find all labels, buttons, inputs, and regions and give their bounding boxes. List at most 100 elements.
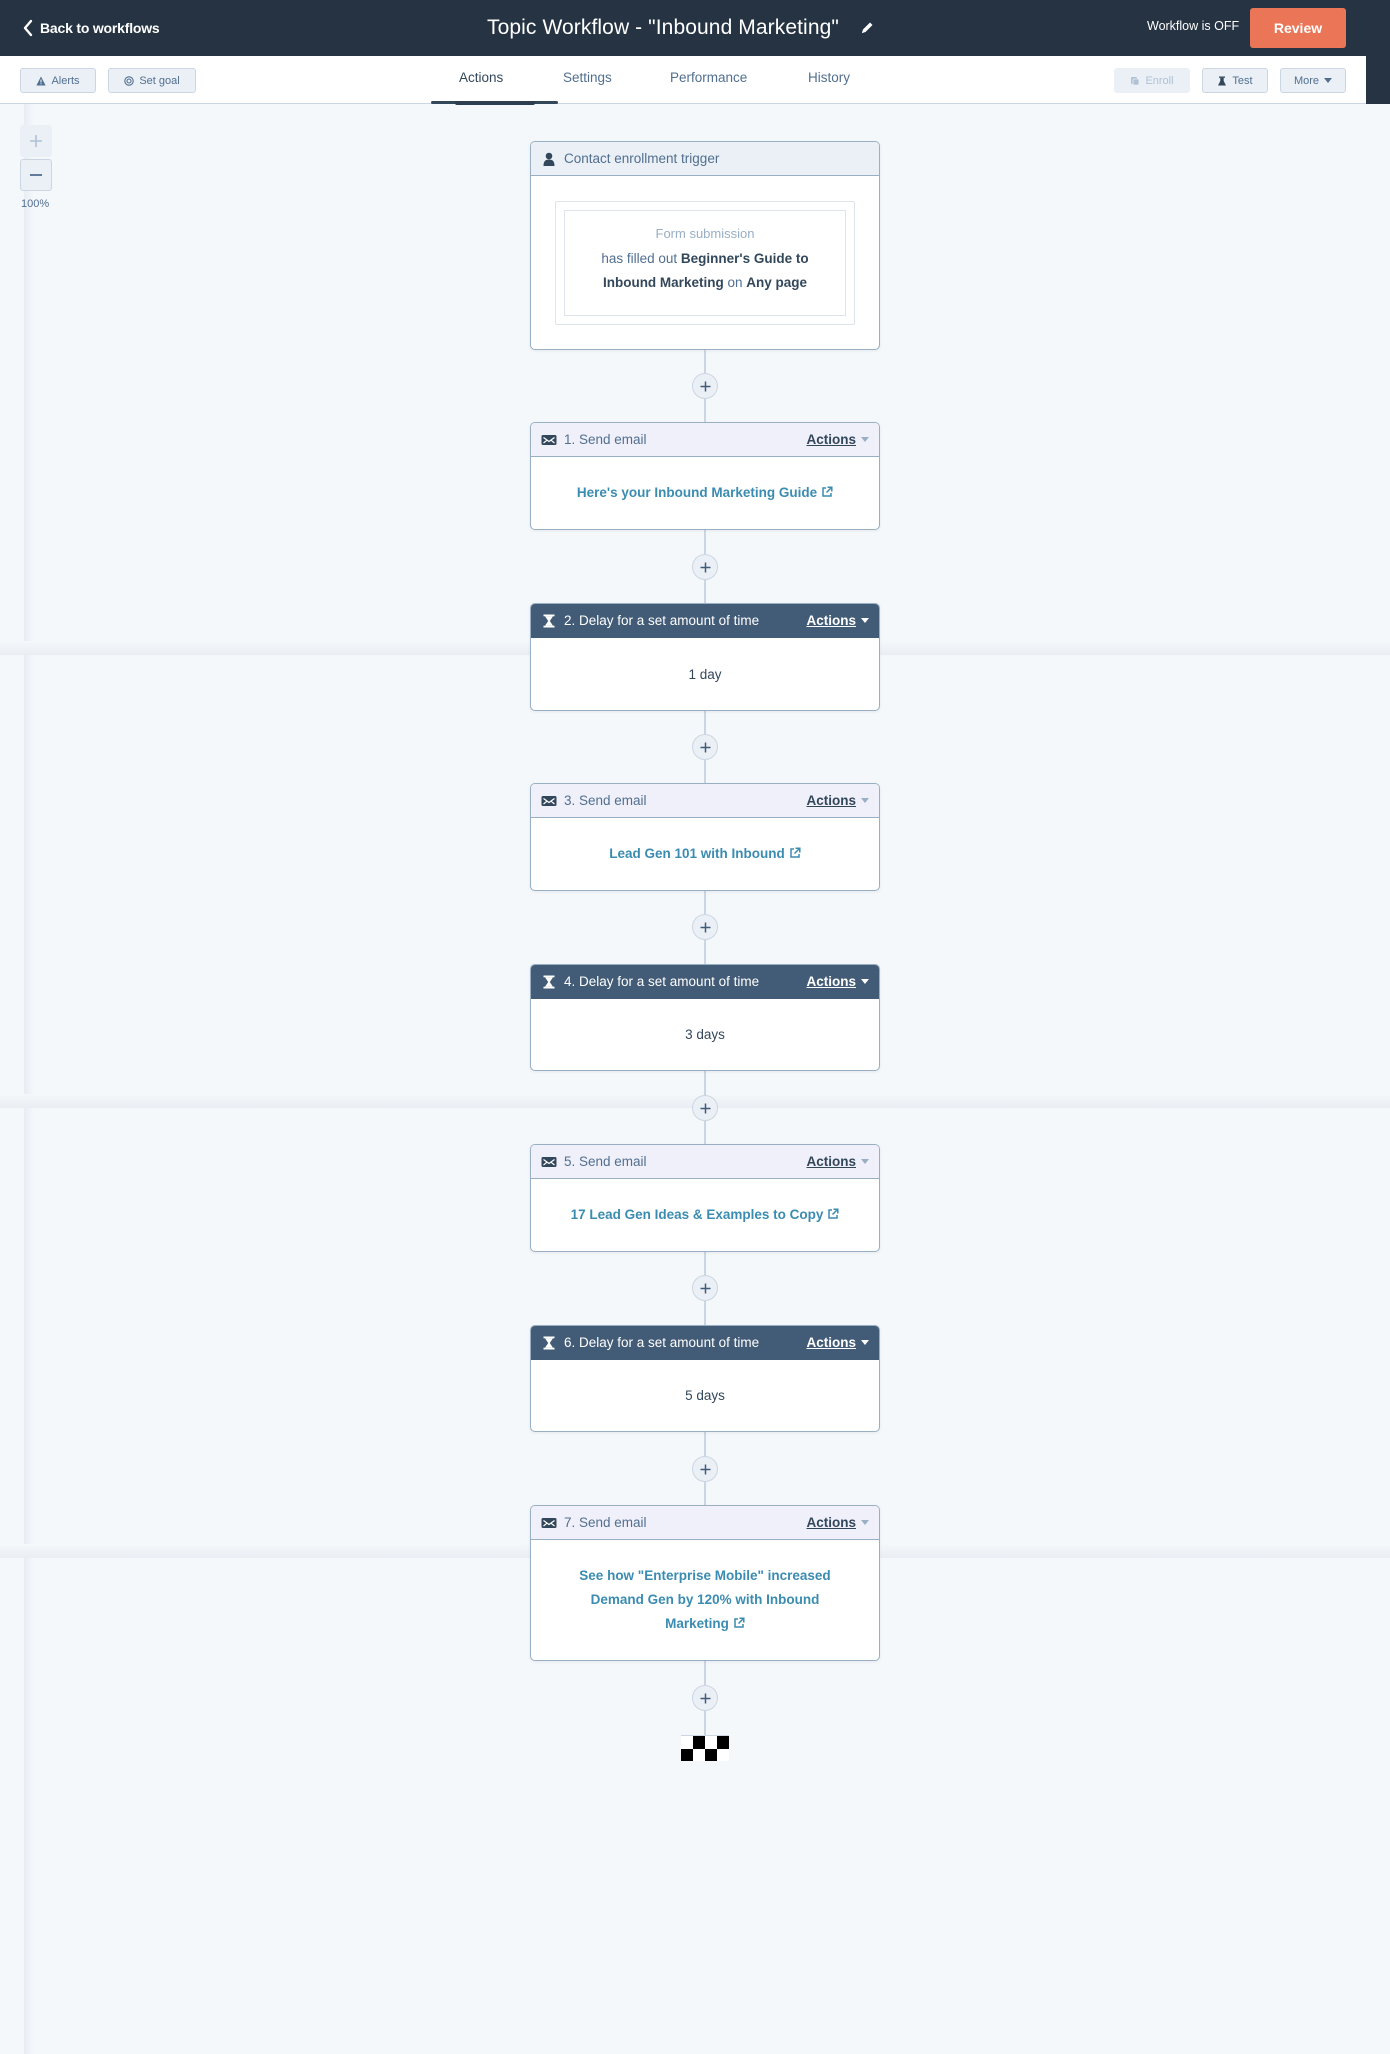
zoom-out-button[interactable] [20,159,52,191]
email-name: 17 Lead Gen Ideas & Examples to Copy [570,1207,824,1222]
action-card-header: 2. Delay for a set amount of time Action… [531,604,879,638]
action-card-body: Lead Gen 101 with Inbound [531,818,879,890]
trigger-page: Any page [746,275,808,290]
actions-dropdown[interactable]: Actions [806,793,869,808]
action-card-body: Here's your Inbound Marketing Guide [531,457,879,529]
pencil-icon[interactable] [859,20,875,36]
tab-settings[interactable]: Settings [563,70,612,85]
action-card-header: 5. Send email Actions [531,1145,879,1179]
alerts-label: Alerts [51,74,80,87]
email-link[interactable]: Lead Gen 101 with Inbound [609,842,801,866]
actions-dropdown[interactable]: Actions [806,974,869,989]
email-icon [541,795,557,806]
action-card-delay[interactable]: 4. Delay for a set amount of time Action… [530,964,880,1071]
add-action-button[interactable] [692,1685,718,1711]
actions-label: Actions [806,432,856,447]
plus-icon [700,1103,710,1113]
back-label: Back to workflows [40,20,160,36]
action-title: 7. Send email [564,1515,647,1530]
tab-performance[interactable]: Performance [670,70,747,85]
enroll-button[interactable]: Enroll [1114,68,1190,93]
zoom-level: 100% [21,198,50,210]
action-card-body: 1 day [531,638,879,710]
action-card-delay[interactable]: 6. Delay for a set amount of time Action… [530,1325,880,1432]
caret-down-icon [861,979,869,984]
actions-dropdown[interactable]: Actions [806,1515,869,1530]
email-link[interactable]: See how "Enterprise Mobile" increased De… [573,1564,837,1636]
zoom-in-button[interactable] [20,125,52,157]
top-header: Back to workflows Topic Workflow - "Inbo… [0,0,1390,56]
action-title: 5. Send email [564,1154,647,1169]
add-action-button[interactable] [692,914,718,940]
tab-history[interactable]: History [808,70,850,85]
action-card-send-email[interactable]: 7. Send email Actions See how "Enterpris… [530,1505,880,1661]
review-button[interactable]: Review [1250,8,1346,48]
trigger-desc-mid: on [727,275,743,290]
actions-dropdown[interactable]: Actions [806,613,869,628]
email-icon [541,434,557,445]
minus-icon [30,174,42,176]
caret-down-icon [861,1520,869,1525]
action-card-send-email[interactable]: 3. Send email Actions Lead Gen 101 with … [530,783,880,891]
action-card-body: 3 days [531,999,879,1070]
trigger-title: Contact enrollment trigger [564,151,720,166]
add-action-button[interactable] [692,554,718,580]
trigger-filter-box: Form submission has filled out Beginner'… [555,201,855,325]
test-button[interactable]: Test [1202,68,1268,93]
trigger-type: Form submission [655,226,755,241]
secondary-toolbar: Alerts Set goal Actions Settings Perform… [0,56,1366,104]
action-card-header: 6. Delay for a set amount of time Action… [531,1326,879,1360]
workflow-status: Workflow is OFF [1147,19,1240,33]
action-card-delay[interactable]: 2. Delay for a set amount of time Action… [530,603,880,711]
external-link-icon [828,1208,839,1219]
more-button[interactable]: More [1280,68,1346,93]
actions-dropdown[interactable]: Actions [806,1154,869,1169]
add-action-button[interactable] [692,373,718,399]
workflow-title-group: Topic Workflow - "Inbound Marketing" [487,12,875,44]
action-card-header: 7. Send email Actions [531,1506,879,1540]
action-card-header: 4. Delay for a set amount of time Action… [531,965,879,999]
action-card-send-email[interactable]: 1. Send email Actions Here's your Inboun… [530,422,880,530]
trigger-card-header: Contact enrollment trigger [531,142,879,176]
more-label: More [1293,74,1320,87]
actions-dropdown[interactable]: Actions [806,432,869,447]
action-card-body: 17 Lead Gen Ideas & Examples to Copy [531,1179,879,1251]
trigger-filter[interactable]: Form submission has filled out Beginner'… [564,210,846,316]
plus-icon [700,1283,710,1293]
tab-actions[interactable]: Actions [459,70,503,85]
caret-down-icon [861,1340,869,1345]
delay-value: 5 days [685,1388,725,1403]
set-goal-label: Set goal [139,74,180,87]
back-to-workflows-link[interactable]: Back to workflows [22,16,160,40]
action-title: 6. Delay for a set amount of time [564,1335,760,1350]
action-card-body: See how "Enterprise Mobile" increased De… [531,1540,879,1660]
workflow-title: Topic Workflow - "Inbound Marketing" [487,16,839,39]
plus-icon [700,1693,710,1703]
email-icon [541,1517,557,1528]
flask-icon [1218,76,1227,85]
canvas-left-edge [24,104,34,2054]
plus-icon [30,135,42,147]
enroll-label: Enroll [1145,74,1174,87]
chevron-left-icon [23,19,33,37]
actions-label: Actions [806,1154,856,1169]
alerts-button[interactable]: Alerts [20,68,96,93]
trigger-desc-prefix: has filled out [601,251,678,266]
actions-dropdown[interactable]: Actions [806,1335,869,1350]
actions-label: Actions [806,1515,856,1530]
test-label: Test [1232,74,1253,87]
warning-icon [36,76,47,85]
email-link[interactable]: Here's your Inbound Marketing Guide [577,481,833,505]
email-link[interactable]: 17 Lead Gen Ideas & Examples to Copy [571,1203,840,1227]
email-icon [541,1156,557,1167]
caret-down-icon [861,437,869,442]
set-goal-button[interactable]: Set goal [108,68,196,93]
add-action-button[interactable] [692,1275,718,1301]
add-action-button[interactable] [692,1456,718,1482]
add-action-button[interactable] [692,1095,718,1121]
add-action-button[interactable] [692,734,718,760]
caret-down-icon [861,798,869,803]
plus-icon [700,742,710,752]
action-card-send-email[interactable]: 5. Send email Actions 17 Lead Gen Ideas … [530,1144,880,1252]
plus-icon [700,922,710,932]
